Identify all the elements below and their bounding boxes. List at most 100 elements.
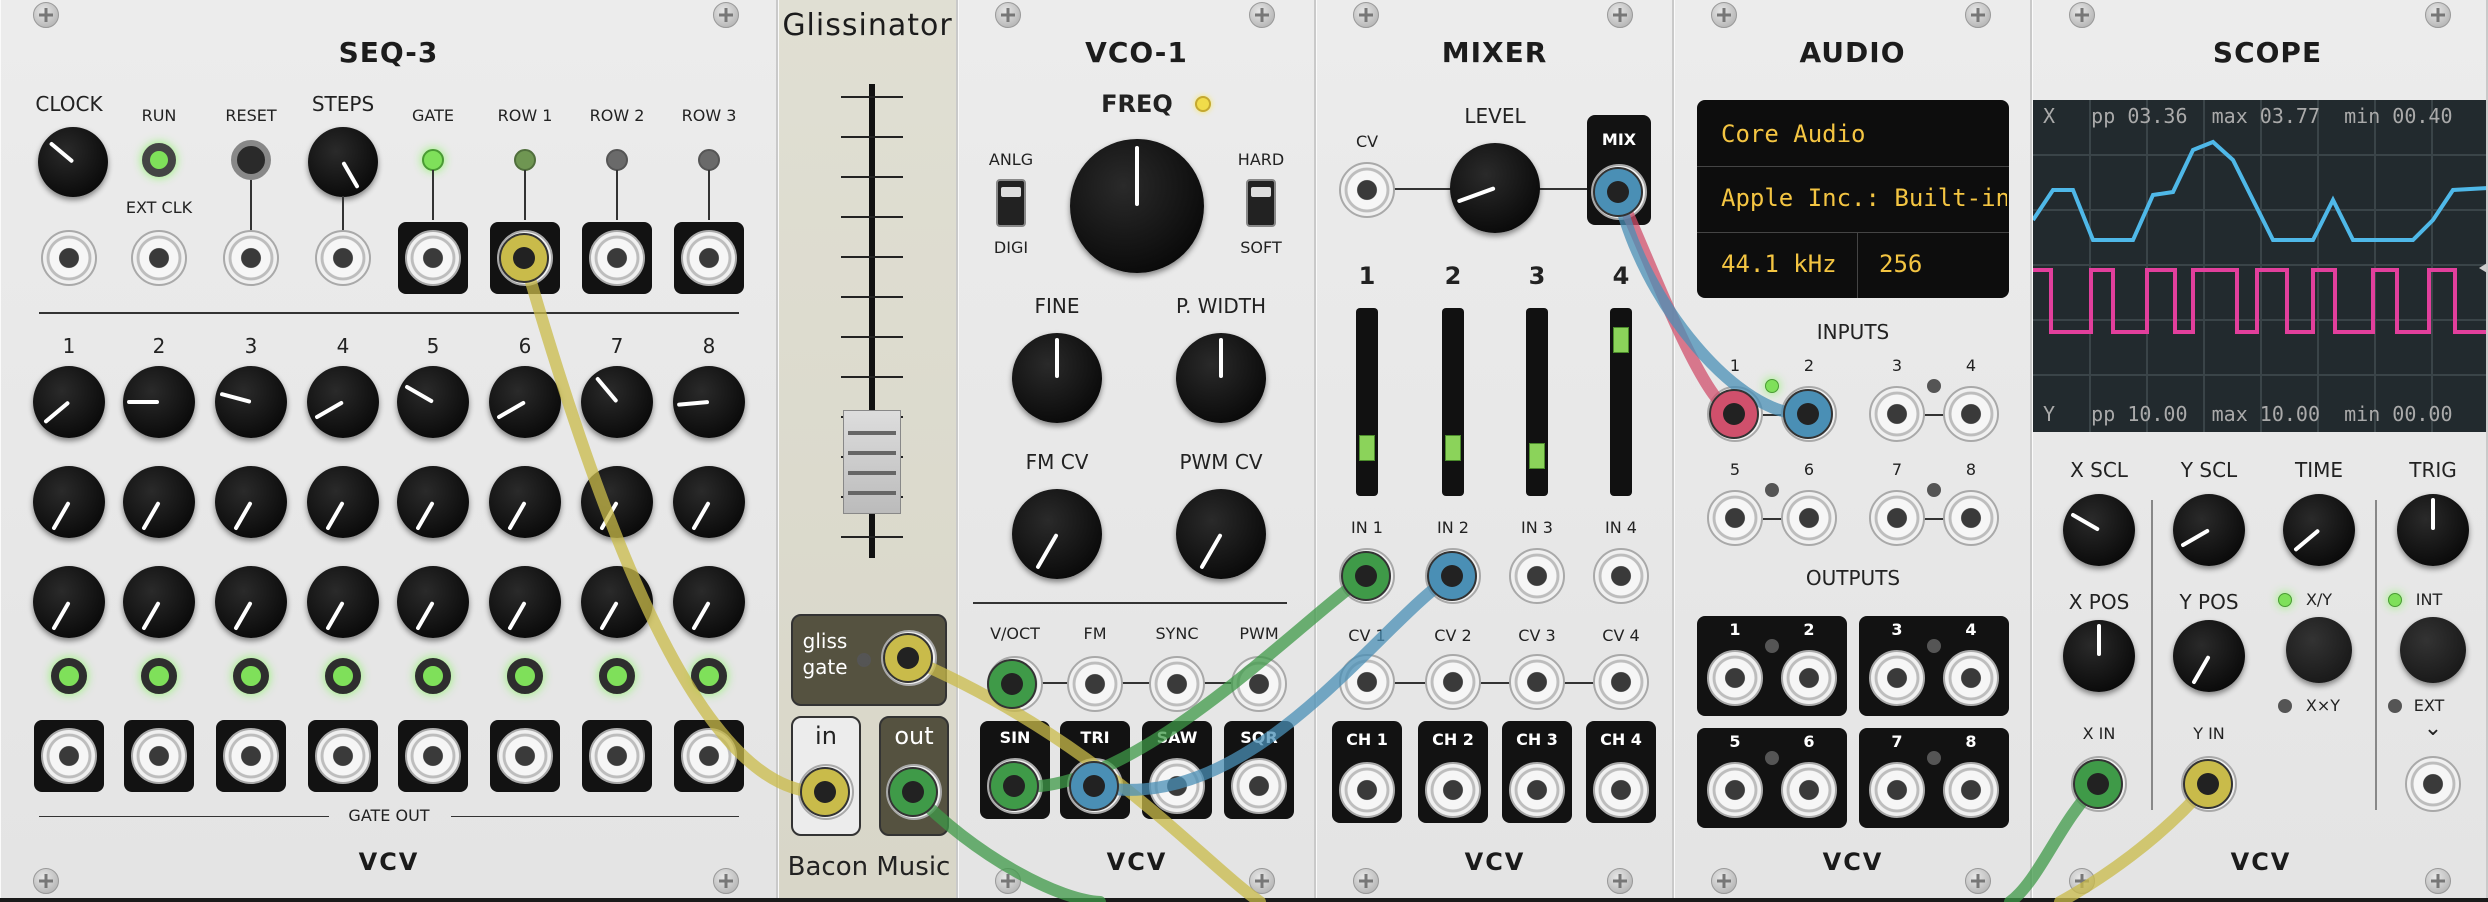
mixer-in-jack-2[interactable] [1425,548,1481,604]
fmcv-knob[interactable] [1012,489,1102,579]
yscl-knob[interactable] [2173,494,2245,566]
step-7-row-1-knob[interactable] [581,366,653,438]
step-7-gate-output-jack[interactable] [589,728,645,784]
gliss-out-jack[interactable] [886,764,942,820]
ext-clk-input-jack[interactable] [131,230,187,286]
reset-button[interactable] [231,140,271,180]
step-1-gate-button[interactable] [51,658,87,694]
step-6-gate-button[interactable] [507,658,543,694]
step-7-row-2-knob[interactable] [581,466,653,538]
steps-input-jack[interactable] [315,230,371,286]
step-1-row-2-knob[interactable] [33,466,105,538]
mixer-ch-output-jack-2[interactable] [1425,762,1481,818]
audio-input-jack-5[interactable] [1707,490,1763,546]
gliss-fader-thumb[interactable] [843,410,901,514]
step-2-row-2-knob[interactable] [123,466,195,538]
step-8-row-3-knob[interactable] [673,566,745,638]
step-2-gate-output-jack[interactable] [131,728,187,784]
clock-knob[interactable] [38,127,108,197]
y-in-jack[interactable] [2181,756,2237,812]
vco-output-jack-4[interactable] [1231,758,1287,814]
level-knob[interactable] [1450,143,1540,233]
step-4-gate-output-jack[interactable] [315,728,371,784]
mixer-cv-jack-2[interactable] [1425,654,1481,710]
pwmcv-knob[interactable] [1176,489,1266,579]
xy-button[interactable] [2286,617,2352,683]
clock-input-jack[interactable] [41,230,97,286]
gliss-in-jack[interactable] [798,764,854,820]
row3-output-jack[interactable] [681,230,737,286]
channel-3-level-slider[interactable] [1526,308,1548,496]
step-4-row-2-knob[interactable] [307,466,379,538]
mixer-ch-output-jack-3[interactable] [1509,762,1565,818]
step-3-gate-output-jack[interactable] [223,728,279,784]
mix-output-jack[interactable] [1591,164,1647,220]
audio-output-jack-6[interactable] [1781,762,1837,818]
mixer-in-jack-3[interactable] [1509,548,1565,604]
vco-output-jack-1[interactable] [987,758,1043,814]
step-3-row-1-knob[interactable] [215,366,287,438]
audio-input-jack-1[interactable] [1707,386,1763,442]
trig-mode-button[interactable] [2400,617,2466,683]
audio-input-jack-7[interactable] [1869,490,1925,546]
time-knob[interactable] [2283,494,2355,566]
audio-input-jack-4[interactable] [1943,386,1999,442]
audio-output-jack-7[interactable] [1869,762,1925,818]
fine-knob[interactable] [1012,333,1102,423]
vco-input-jack-2[interactable] [1067,656,1123,712]
step-1-gate-output-jack[interactable] [41,728,97,784]
step-5-row-1-knob[interactable] [397,366,469,438]
step-1-row-3-knob[interactable] [33,566,105,638]
gate-output-jack[interactable] [405,230,461,286]
trig-knob[interactable] [2397,494,2469,566]
audio-output-jack-2[interactable] [1781,650,1837,706]
reset-input-jack[interactable] [223,230,279,286]
channel-4-level-slider[interactable] [1610,308,1632,496]
xscl-knob[interactable] [2063,494,2135,566]
hard-soft-switch[interactable] [1246,179,1276,227]
step-6-gate-output-jack[interactable] [497,728,553,784]
mixer-ch-output-jack-4[interactable] [1593,762,1649,818]
freq-knob[interactable] [1070,139,1204,273]
audio-input-jack-3[interactable] [1869,386,1925,442]
step-5-gate-button[interactable] [415,658,451,694]
step-2-row-3-knob[interactable] [123,566,195,638]
vco-input-jack-3[interactable] [1149,656,1205,712]
vco-input-jack-4[interactable] [1231,656,1287,712]
vco-output-jack-3[interactable] [1149,758,1205,814]
audio-output-jack-3[interactable] [1869,650,1925,706]
vco-output-jack-2[interactable] [1067,758,1123,814]
step-2-row-1-knob[interactable] [123,366,195,438]
step-3-row-3-knob[interactable] [215,566,287,638]
row1-output-jack[interactable] [497,230,553,286]
channel-1-level-slider[interactable] [1356,308,1378,496]
step-5-gate-output-jack[interactable] [405,728,461,784]
step-8-gate-button[interactable] [691,658,727,694]
step-4-row-3-knob[interactable] [307,566,379,638]
sample-rate-select[interactable]: 44.1 kHz [1721,250,1841,284]
step-5-row-3-knob[interactable] [397,566,469,638]
step-4-row-1-knob[interactable] [307,366,379,438]
step-7-row-3-knob[interactable] [581,566,653,638]
ypos-knob[interactable] [2173,620,2245,692]
step-6-row-1-knob[interactable] [489,366,561,438]
step-8-row-1-knob[interactable] [673,366,745,438]
step-8-gate-output-jack[interactable] [681,728,737,784]
ext-trig-jack[interactable] [2405,756,2461,812]
mixer-cv-jack-4[interactable] [1593,654,1649,710]
step-6-row-3-knob[interactable] [489,566,561,638]
audio-input-jack-6[interactable] [1781,490,1837,546]
anlg-digi-switch[interactable] [996,179,1026,227]
mixer-cv-jack-3[interactable] [1509,654,1565,710]
audio-output-jack-5[interactable] [1707,762,1763,818]
step-1-row-1-knob[interactable] [33,366,105,438]
step-3-row-2-knob[interactable] [215,466,287,538]
xpos-knob[interactable] [2063,620,2135,692]
row2-output-jack[interactable] [589,230,645,286]
step-3-gate-button[interactable] [233,658,269,694]
mixer-cv-jack-1[interactable] [1339,654,1395,710]
x-in-jack[interactable] [2071,756,2127,812]
mixer-in-jack-4[interactable] [1593,548,1649,604]
step-7-gate-button[interactable] [599,658,635,694]
channel-2-level-slider[interactable] [1442,308,1464,496]
